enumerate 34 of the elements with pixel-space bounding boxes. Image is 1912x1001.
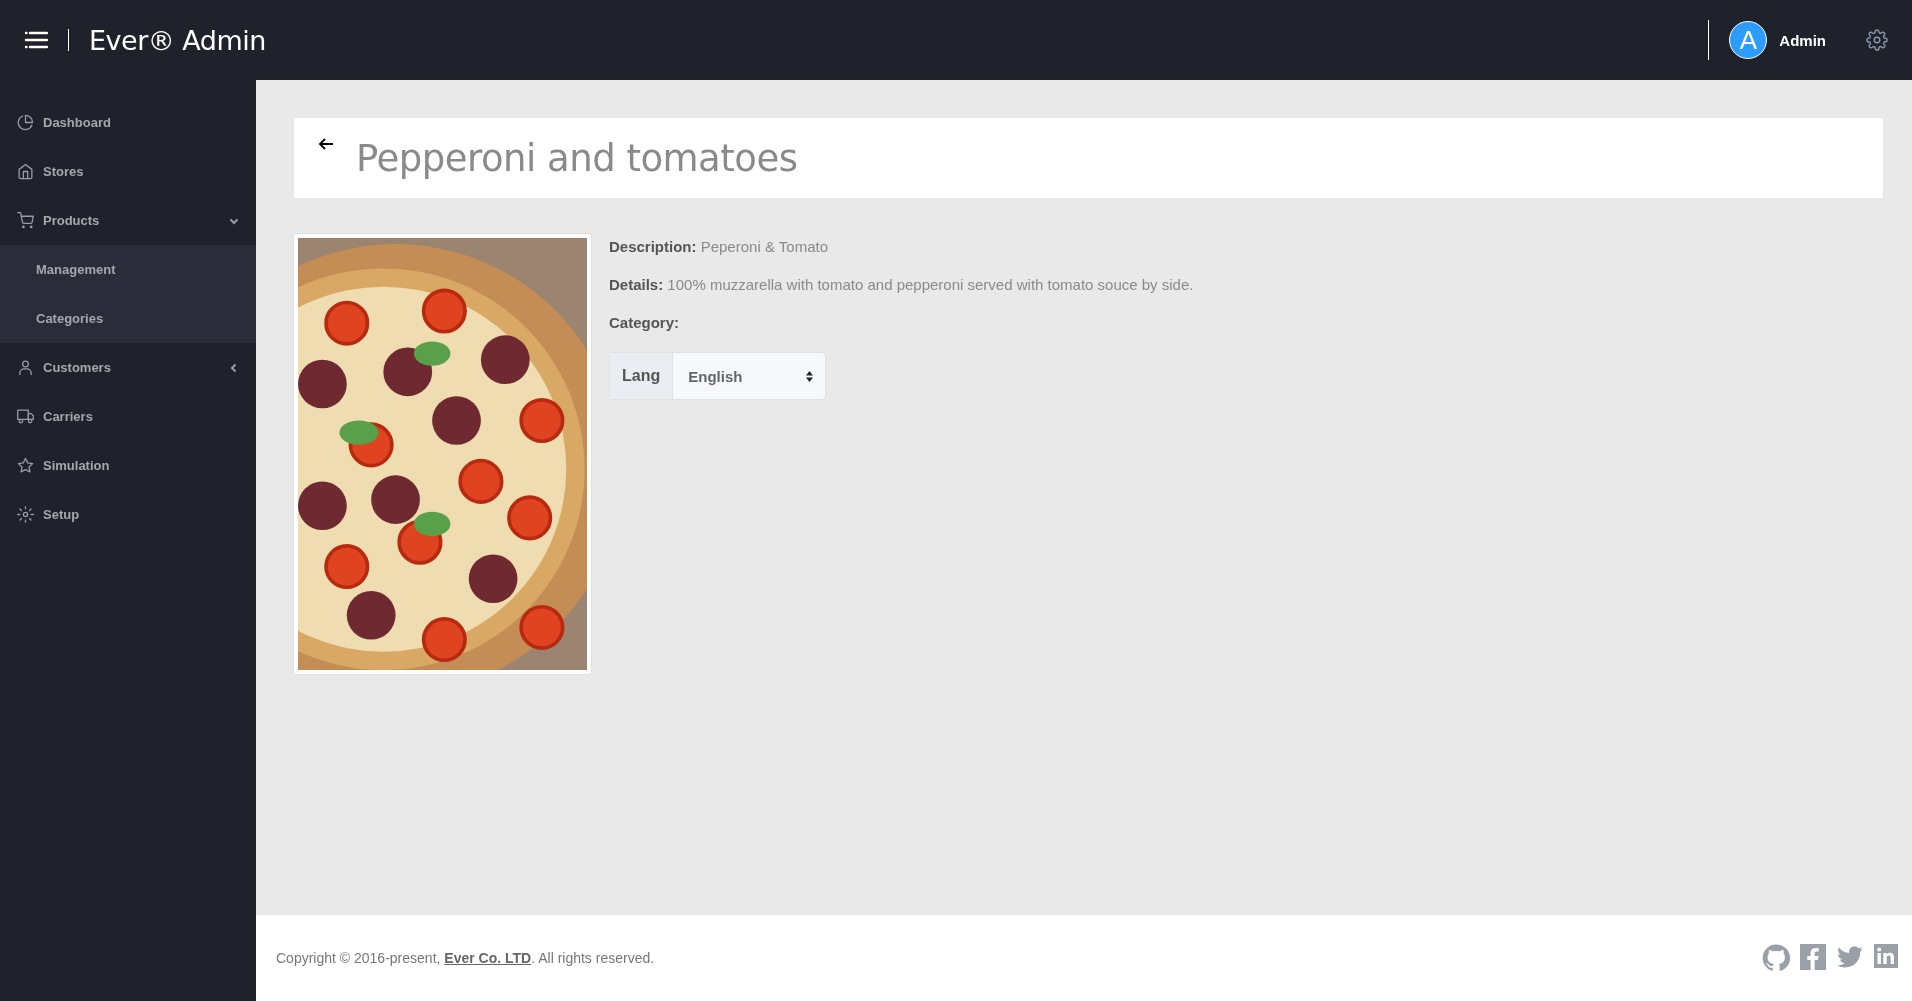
house-icon	[17, 163, 34, 180]
sidebar-item[interactable]: Carriers	[0, 392, 256, 441]
user-name[interactable]: Admin	[1779, 31, 1826, 49]
back-arrow-icon[interactable]	[318, 136, 334, 152]
sort-caret-icon	[806, 370, 813, 382]
copyright-text: Copyright © 2016-present, Ever Co. LTD. All rights reserved.	[276, 950, 655, 966]
sidebar-item[interactable]: Simulation	[0, 441, 256, 490]
app-title: Ever® Admin	[89, 24, 266, 56]
cart-icon	[17, 212, 34, 229]
sidebar-item[interactable]: Customers	[0, 343, 256, 392]
person-icon	[17, 359, 34, 376]
sidebar-item[interactable]: Stores	[0, 147, 256, 196]
truck-icon	[17, 408, 34, 425]
field-text: Category:	[609, 314, 680, 331]
company-link[interactable]: Ever Co. LTD	[444, 950, 532, 966]
field-label: Lang	[610, 353, 674, 399]
github-icon[interactable]	[1762, 944, 1790, 972]
page-title: Pepperoni and tomatoes	[356, 136, 798, 180]
submenu-item[interactable]: Management	[0, 245, 256, 294]
twitter-icon[interactable]	[1836, 944, 1864, 970]
field-text: Description: Peperoni & Tomato	[609, 238, 829, 255]
sidebar-item[interactable]: Setup	[0, 490, 256, 539]
sidebar-item[interactable]: Products	[0, 196, 256, 245]
chevron-icon	[229, 362, 239, 373]
star-icon	[17, 457, 34, 474]
select-value: English	[688, 367, 743, 385]
submenu-item[interactable]: Categories	[0, 294, 256, 343]
menu-icon[interactable]	[24, 31, 48, 49]
facebook-icon[interactable]	[1800, 944, 1826, 970]
language-select[interactable]: Lang English	[609, 352, 826, 400]
linkedin-icon[interactable]	[1874, 944, 1898, 968]
pie-chart-icon	[17, 114, 34, 131]
field-text: Details: 100% muzzarella with tomato and pepperoni served with tomato souce by side.	[609, 276, 1194, 293]
sidebar-item[interactable]: Dashboard	[0, 98, 256, 147]
